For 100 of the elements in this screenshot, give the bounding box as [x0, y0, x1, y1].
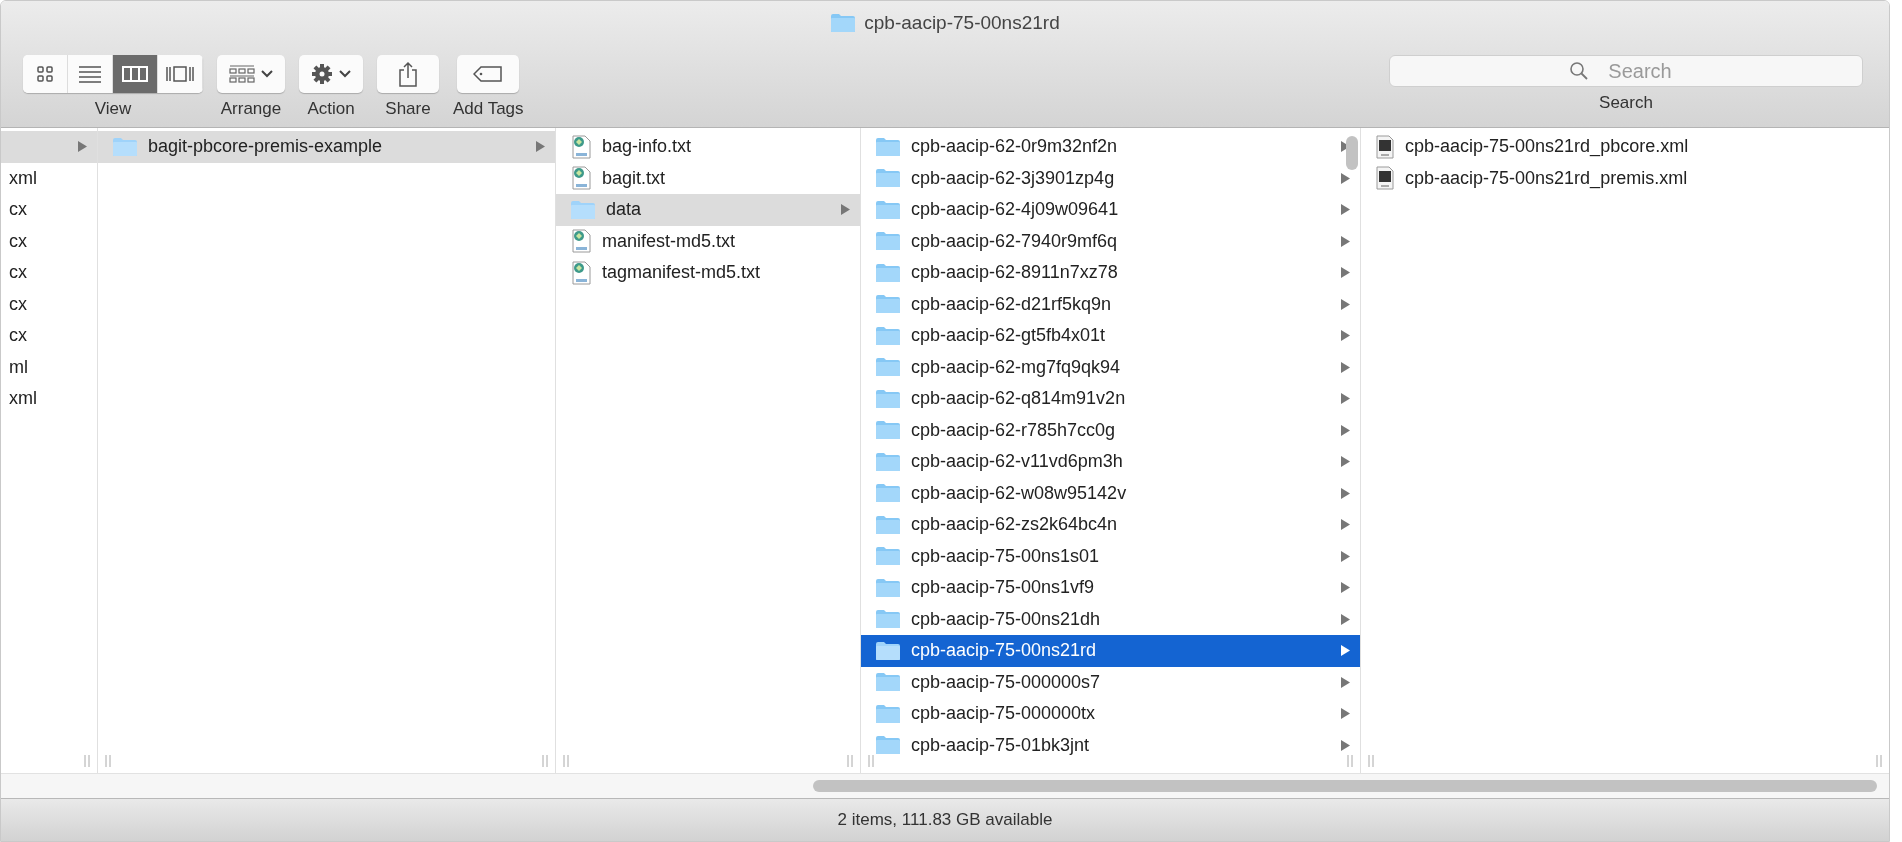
toolbar-label: Arrange [220, 99, 282, 119]
folder-row[interactable]: cpb-aacip-62-zs2k64bc4n [861, 509, 1360, 541]
file-row[interactable]: ml [1, 351, 97, 383]
file-row[interactable]: cx [1, 288, 97, 320]
scrollbar-thumb[interactable] [813, 780, 1877, 792]
file-name: ml [9, 356, 29, 378]
icon-view-icon [36, 65, 54, 83]
scrollbar-thumb[interactable] [1346, 136, 1358, 170]
folder-row[interactable]: cpb-aacip-75-00ns21dh [861, 603, 1360, 635]
file-name: cpb-aacip-62-gt5fb4x01t [911, 325, 1107, 347]
file-row[interactable]: cpb-aacip-75-00ns21rd_premis.xml [1361, 162, 1889, 194]
file-row[interactable]: cx [1, 320, 97, 352]
file-name: xml [9, 388, 38, 410]
column-resize-handle-icon[interactable] [83, 755, 91, 767]
text-file-icon [570, 260, 592, 285]
folder-row[interactable]: cpb-aacip-75-00ns1vf9 [861, 572, 1360, 604]
folder-row[interactable]: cpb-aacip-62-d21rf5kq9n [861, 288, 1360, 320]
folder-row[interactable]: cpb-aacip-62-w08w95142v [861, 477, 1360, 509]
column-resize-handle-icon[interactable] [1346, 755, 1354, 767]
toolbar-label: Add Tags [453, 99, 524, 119]
column-resize-handle-icon[interactable] [1367, 755, 1375, 767]
text-file-icon [570, 134, 592, 159]
folder-icon [570, 199, 596, 220]
disclosure-arrow-icon [1341, 204, 1350, 216]
column-resize-handle-icon[interactable] [541, 755, 549, 767]
folder-icon [875, 577, 901, 598]
folder-row[interactable]: cpb-aacip-62-8911n7xz78 [861, 257, 1360, 289]
column-resize-handle-icon[interactable] [104, 755, 112, 767]
search-field[interactable]: Search [1389, 55, 1863, 87]
column-resize-handle-icon[interactable] [867, 755, 875, 767]
file-row[interactable]: cpb-aacip-75-00ns21rd_pbcore.xml [1361, 131, 1889, 163]
disclosure-arrow-icon [1341, 676, 1350, 688]
folder-icon [875, 388, 901, 409]
file-row[interactable]: cx [1, 225, 97, 257]
file-name: cx [9, 325, 28, 347]
folder-row[interactable]: cpb-aacip-62-q814m91v2n [861, 383, 1360, 415]
toolbar-label: Search [1599, 93, 1653, 113]
disclosure-arrow-icon [1341, 424, 1350, 436]
column-resize-handle-icon[interactable] [1875, 755, 1883, 767]
gallery-view-icon [165, 65, 195, 83]
view-mode-button[interactable] [68, 55, 113, 93]
folder-row[interactable]: cpb-aacip-75-00ns21rd [861, 635, 1360, 667]
folder-icon [875, 262, 901, 283]
folder-row[interactable]: cpb-aacip-62-7940r9mf6q [861, 225, 1360, 257]
file-name: cpb-aacip-75-00ns21dh [911, 608, 1102, 630]
arrange-button[interactable] [217, 55, 285, 93]
folder-row[interactable]: cpb-aacip-75-00ns1s01 [861, 540, 1360, 572]
file-name: cpb-aacip-62-q814m91v2n [911, 388, 1127, 410]
folder-icon [875, 514, 901, 535]
file-row[interactable]: tagmanifest-md5.txt [556, 257, 860, 289]
file-name: cpb-aacip-62-v11vd6pm3h [911, 451, 1124, 473]
folder-row[interactable]: bagit-pbcore-premis-example [98, 131, 555, 163]
folder-icon [875, 546, 901, 567]
file-name: cpb-aacip-62-w08w95142v [911, 482, 1128, 504]
view-mode-button[interactable] [113, 55, 158, 93]
view-mode-button[interactable] [158, 55, 203, 93]
folder-row[interactable]: cpb-aacip-62-mg7fq9qk94 [861, 351, 1360, 383]
folder-row[interactable]: data [556, 194, 860, 226]
file-row[interactable]: bagit.txt [556, 162, 860, 194]
file-row[interactable]: xml [1, 162, 97, 194]
folder-icon [875, 672, 901, 693]
folder-row[interactable]: cpb-aacip-62-gt5fb4x01t [861, 320, 1360, 352]
file-name: bagit.txt [602, 167, 667, 189]
folder-row[interactable]: cpb-aacip-62-4j09w09641 [861, 194, 1360, 226]
file-name: manifest-md5.txt [602, 230, 737, 252]
file-row[interactable]: manifest-md5.txt [556, 225, 860, 257]
file-name: cx [9, 199, 28, 221]
disclosure-arrow-icon [1341, 361, 1350, 373]
view-mode-button[interactable] [23, 55, 68, 93]
column-resize-handle-icon[interactable] [846, 755, 854, 767]
file-row[interactable]: xml [1, 383, 97, 415]
file-name: cpb-aacip-62-8911n7xz78 [911, 262, 1119, 284]
folder-row[interactable]: cpb-aacip-62-v11vd6pm3h [861, 446, 1360, 478]
share-button[interactable] [377, 55, 439, 93]
file-name: bag-info.txt [602, 136, 693, 158]
column-resize-handle-icon[interactable] [562, 755, 570, 767]
action-button[interactable] [299, 55, 363, 93]
folder-icon [875, 451, 901, 472]
chevron-down-icon [261, 70, 273, 78]
file-name: cpb-aacip-62-3j3901zp4g [911, 167, 1116, 189]
grid-icon [229, 65, 255, 83]
list-view-icon [78, 65, 102, 83]
folder-row[interactable]: cpb-aacip-62-r785h7cc0g [861, 414, 1360, 446]
folder-icon [875, 609, 901, 630]
file-row[interactable]: cx [1, 257, 97, 289]
folder-row[interactable]: cpb-aacip-62-3j3901zp4g [861, 162, 1360, 194]
folder-row[interactable]: cpb-aacip-75-000000tx [861, 698, 1360, 730]
folder-row[interactable]: cpb-aacip-75-000000s7 [861, 666, 1360, 698]
file-row[interactable]: cx [1, 194, 97, 226]
folder-row[interactable]: cpb-aacip-75-01bk3jnt [861, 729, 1360, 761]
file-row[interactable] [1, 131, 97, 163]
file-name: cpb-aacip-75-000000tx [911, 703, 1097, 725]
text-file-icon [570, 229, 592, 254]
folder-icon [875, 325, 901, 346]
column-view-icon [122, 66, 148, 82]
file-row[interactable]: bag-info.txt [556, 131, 860, 163]
disclosure-arrow-icon [1341, 235, 1350, 247]
file-name: cx [9, 262, 28, 284]
disclosure-arrow-icon [1341, 487, 1350, 499]
add-tags-button[interactable] [457, 55, 520, 93]
